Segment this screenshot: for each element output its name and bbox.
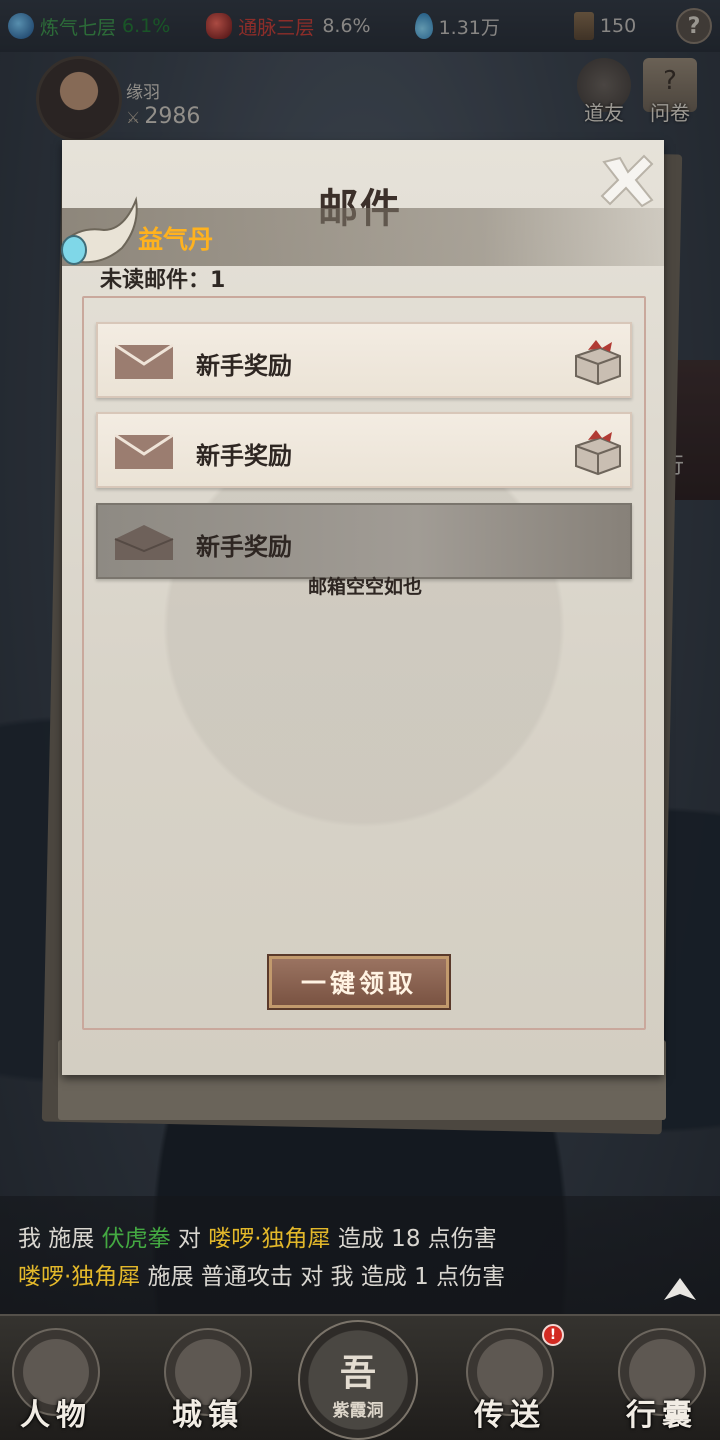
enemy-name: 喽啰·独角犀 bbox=[208, 1226, 331, 1252]
claim-all-button[interactable]: 一键领取 bbox=[269, 956, 449, 1008]
log-line: 我 施展 伏虎拳 对 喽啰·独角犀 造成 18 点伤害 bbox=[18, 1226, 497, 1252]
nav-teleport[interactable]: 传送 bbox=[462, 1328, 558, 1433]
mail-item[interactable]: 新手奖励 bbox=[96, 322, 632, 398]
nav-town-label: 城镇 bbox=[172, 1398, 244, 1433]
battle-log: 我 施展 伏虎拳 对 喽啰·独角犀 造成 18 点伤害 喽啰·独角犀 施展 普通… bbox=[0, 1196, 720, 1314]
home-glyph: 吾 bbox=[339, 1352, 376, 1394]
close-icon bbox=[600, 154, 654, 208]
enemy-name: 喽啰·独角犀 bbox=[18, 1264, 141, 1290]
nav-bag[interactable]: 行囊 bbox=[614, 1328, 710, 1433]
envelope-icon bbox=[114, 343, 174, 380]
nav-bag-label: 行囊 bbox=[626, 1398, 698, 1433]
nav-home-label: 紫霞洞 bbox=[332, 1401, 384, 1421]
nav-home[interactable]: 吾 紫霞洞 bbox=[296, 1320, 420, 1440]
mail-panel-border bbox=[82, 296, 646, 1030]
envelope-icon bbox=[114, 433, 174, 470]
nav-teleport-label: 传送 bbox=[474, 1398, 546, 1433]
empty-mailbox-text: 邮箱空空如也 bbox=[307, 576, 422, 598]
unread-count: 未读邮件：1 bbox=[100, 268, 226, 293]
mail-title: 新手奖励 bbox=[196, 442, 292, 470]
gift-box-icon bbox=[572, 426, 624, 476]
nav-town[interactable]: 城镇 bbox=[160, 1328, 256, 1433]
mail-item[interactable]: 新手奖励 bbox=[96, 412, 632, 488]
log-line: 喽啰·独角犀 施展 普通攻击 对 我 造成 1 点伤害 bbox=[18, 1264, 506, 1290]
mail-title: 新手奖励 bbox=[196, 352, 292, 380]
toast-item-name: 益气丹 bbox=[138, 225, 214, 254]
mail-item-read[interactable]: 新手奖励 bbox=[96, 503, 632, 579]
notification-badge: ! bbox=[542, 1324, 564, 1346]
close-button[interactable] bbox=[598, 154, 656, 208]
nav-character[interactable]: 人物 bbox=[8, 1328, 104, 1433]
bottom-nav: 人物 城镇 吾 紫霞洞 传送 行囊 bbox=[0, 1314, 720, 1440]
mail-title: 新手奖励 bbox=[196, 533, 292, 561]
gift-box-icon bbox=[572, 336, 624, 386]
expand-up-icon[interactable] bbox=[662, 1276, 698, 1302]
open-envelope-icon bbox=[114, 525, 174, 561]
skill-name: 伏虎拳 bbox=[101, 1226, 171, 1252]
nav-character-label: 人物 bbox=[20, 1398, 92, 1433]
